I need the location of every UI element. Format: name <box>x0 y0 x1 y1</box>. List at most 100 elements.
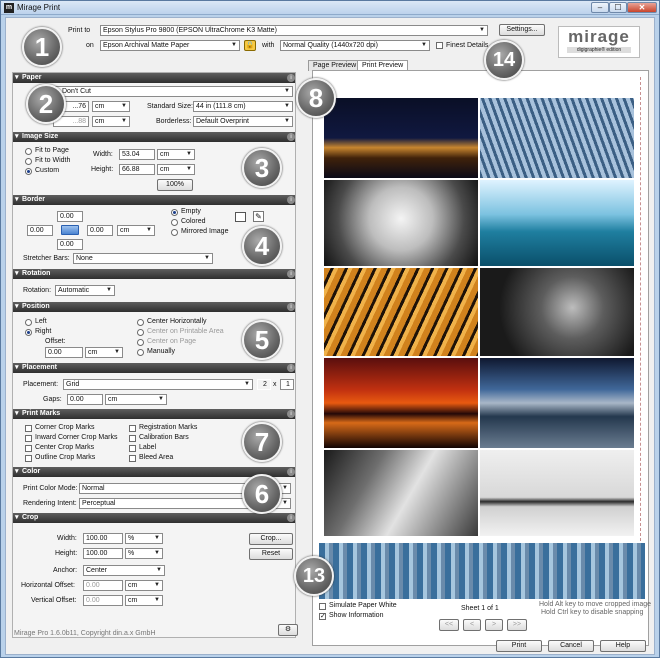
inward-corner-crop-marks-checkbox[interactable] <box>25 435 32 442</box>
horizontal-offset-unit-select[interactable]: cm ▼ <box>125 580 163 591</box>
simulate-paper-white-checkbox[interactable] <box>319 603 326 610</box>
info-icon[interactable]: i <box>287 364 295 372</box>
cancel-button[interactable]: Cancel <box>548 640 594 652</box>
print-button[interactable]: Print <box>496 640 542 652</box>
info-icon[interactable]: i <box>287 303 295 311</box>
quality-select[interactable]: Normal Quality (1440x720 dpi) ▼ <box>280 40 430 51</box>
calibration-bars-checkbox[interactable] <box>129 435 136 442</box>
offset-input[interactable]: 0.00 <box>45 347 83 358</box>
center-on-page-radio[interactable] <box>137 339 144 346</box>
photo-dolphin[interactable] <box>479 179 635 267</box>
crop-height-unit-select[interactable]: % ▼ <box>125 548 163 559</box>
minimize-button[interactable]: – <box>591 2 609 13</box>
bleed-area-checkbox[interactable] <box>129 455 136 462</box>
image-height-input[interactable]: 66.88 <box>119 164 155 175</box>
hundred-percent-button[interactable]: 100% <box>157 179 193 191</box>
next-sheet-button[interactable]: > <box>485 619 503 631</box>
crop-section-header[interactable]: Crop i <box>13 513 295 523</box>
outline-crop-marks-checkbox[interactable] <box>25 455 32 462</box>
help-button[interactable]: Help <box>600 640 646 652</box>
previous-sheet-button[interactable]: < <box>463 619 481 631</box>
paper-width-unit-select[interactable]: cm ▼ <box>92 101 130 112</box>
crop-button[interactable]: Crop... <box>249 533 293 545</box>
photo-bridge-cables[interactable] <box>479 97 635 179</box>
border-top-input[interactable]: 0.00 <box>57 211 83 222</box>
lock-icon[interactable]: 🔒 <box>244 40 256 51</box>
info-icon[interactable]: i <box>287 514 295 522</box>
eyedropper-icon[interactable]: ✎ <box>253 211 264 222</box>
photo-boatman[interactable] <box>479 449 635 537</box>
border-empty-radio[interactable] <box>171 209 178 216</box>
vertical-offset-input[interactable]: 0.00 <box>83 595 123 606</box>
photo-lake-clouds[interactable] <box>479 357 635 449</box>
print-preview-area[interactable]: Simulate Paper White Show Information Sh… <box>312 70 651 646</box>
placement-select[interactable]: Grid ▼ <box>63 379 253 390</box>
offset-unit-select[interactable]: cm ▼ <box>85 347 123 358</box>
manually-radio[interactable] <box>137 349 144 356</box>
border-right-input[interactable]: 0.00 <box>87 225 113 236</box>
border-section-header[interactable]: Border i <box>13 195 295 205</box>
center-printable-area-radio[interactable] <box>137 329 144 336</box>
gear-icon[interactable]: ⚙ <box>278 624 298 636</box>
thumbnail-strip[interactable] <box>319 543 645 599</box>
horizontal-offset-input[interactable]: 0.00 <box>83 580 123 591</box>
photo-dresden-night[interactable] <box>323 97 479 179</box>
title-bar[interactable]: m Mirage Print – ☐ ✕ <box>1 1 659 15</box>
registration-marks-checkbox[interactable] <box>129 425 136 432</box>
photo-teacups[interactable] <box>479 267 635 357</box>
border-unit-select[interactable]: cm ▼ <box>117 225 155 236</box>
info-icon[interactable]: i <box>287 410 295 418</box>
paper-media-select[interactable]: Epson Archival Matte Paper ▼ <box>100 40 240 51</box>
label-checkbox[interactable] <box>129 445 136 452</box>
border-link-icon[interactable] <box>61 225 79 235</box>
anchor-select[interactable]: Center ▼ <box>83 565 165 576</box>
paper-height-unit-select[interactable]: cm ▼ <box>92 116 130 127</box>
border-bottom-input[interactable]: 0.00 <box>57 239 83 250</box>
photo-cheese-shop[interactable] <box>323 449 479 537</box>
roll-mode-select[interactable]: ...t - Don't Cut ▼ <box>45 86 293 97</box>
position-left-radio[interactable] <box>25 319 32 326</box>
border-mirrored-radio[interactable] <box>171 229 178 236</box>
position-right-radio[interactable] <box>25 329 32 336</box>
fit-to-width-radio[interactable] <box>25 158 32 165</box>
vertical-offset-unit-select[interactable]: cm ▼ <box>125 595 163 606</box>
stretcher-bars-select[interactable]: None ▼ <box>73 253 213 264</box>
border-left-input[interactable]: 0.00 <box>27 225 53 236</box>
crop-width-input[interactable]: 100.00 <box>83 533 123 544</box>
center-horizontally-radio[interactable] <box>137 319 144 326</box>
show-information-checkbox[interactable] <box>319 612 326 620</box>
position-section-header[interactable]: Position i <box>13 302 295 312</box>
border-color-swatch[interactable] <box>235 212 246 222</box>
printer-select[interactable]: Epson Stylus Pro 9800 (EPSON UltraChrome… <box>100 25 488 36</box>
image-size-section-header[interactable]: Image Size i <box>13 132 295 142</box>
standard-size-select[interactable]: 44 in (111.8 cm) ▼ <box>193 101 293 112</box>
grid-columns-input[interactable]: 2 <box>257 379 271 390</box>
last-sheet-button[interactable]: >> <box>507 619 527 631</box>
rotation-select[interactable]: Automatic ▼ <box>55 285 115 296</box>
photo-tower-blur[interactable] <box>323 179 479 267</box>
image-width-unit-select[interactable]: cm ▼ <box>157 149 195 160</box>
center-crop-marks-checkbox[interactable] <box>25 445 32 452</box>
settings-button[interactable]: Settings... <box>499 24 545 36</box>
corner-crop-marks-checkbox[interactable] <box>25 425 32 432</box>
print-marks-section-header[interactable]: Print Marks i <box>13 409 295 419</box>
image-width-input[interactable]: 53.04 <box>119 149 155 160</box>
photo-city-sunset[interactable] <box>323 357 479 449</box>
custom-size-radio[interactable] <box>25 168 32 175</box>
photo-tiger[interactable] <box>323 267 479 357</box>
placement-section-header[interactable]: Placement i <box>13 363 295 373</box>
borderless-select[interactable]: Default Overprint ▼ <box>193 116 293 127</box>
image-height-unit-select[interactable]: cm ▼ <box>157 164 195 175</box>
info-icon[interactable]: i <box>287 133 295 141</box>
gaps-unit-select[interactable]: cm ▼ <box>105 394 167 405</box>
grid-rows-input[interactable]: 1 <box>280 379 294 390</box>
info-icon[interactable]: i <box>287 270 295 278</box>
paper-section-header[interactable]: Paper i <box>13 73 295 83</box>
info-icon[interactable]: i <box>287 468 295 476</box>
reset-button[interactable]: Reset <box>249 548 293 560</box>
crop-height-input[interactable]: 100.00 <box>83 548 123 559</box>
border-colored-radio[interactable] <box>171 219 178 226</box>
info-icon[interactable]: i <box>287 74 295 82</box>
rotation-section-header[interactable]: Rotation i <box>13 269 295 279</box>
finest-details-checkbox[interactable] <box>436 42 443 49</box>
